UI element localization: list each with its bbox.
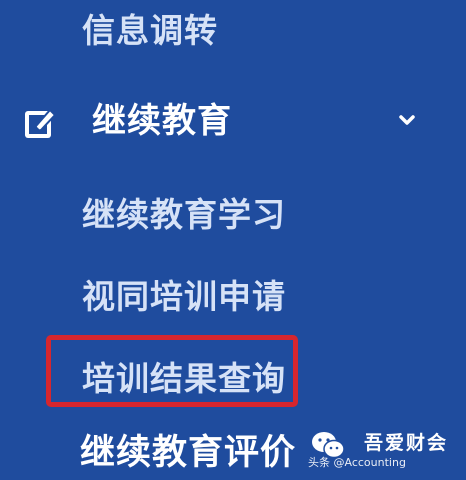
watermark-brand: 吾爱财会 (364, 432, 449, 454)
submenu-item-equivalent-training-application[interactable]: 视同培训申请 (82, 280, 286, 313)
edit-icon (25, 108, 57, 138)
highlight-annotation-box (46, 335, 298, 407)
watermark-credit: 头条 @Accounting (308, 456, 406, 469)
menu-item-info-transfer[interactable]: 信息调转 (82, 14, 218, 47)
submenu-item-evaluation[interactable]: 继续教育评价 (80, 436, 296, 471)
chevron-down-icon[interactable] (398, 112, 416, 128)
watermark: 吾爱财会 头条 @Accounting (308, 428, 460, 472)
menu-item-continuing-education[interactable]: 继续教育 (92, 104, 232, 138)
submenu-item-study[interactable]: 继续教育学习 (82, 198, 286, 231)
